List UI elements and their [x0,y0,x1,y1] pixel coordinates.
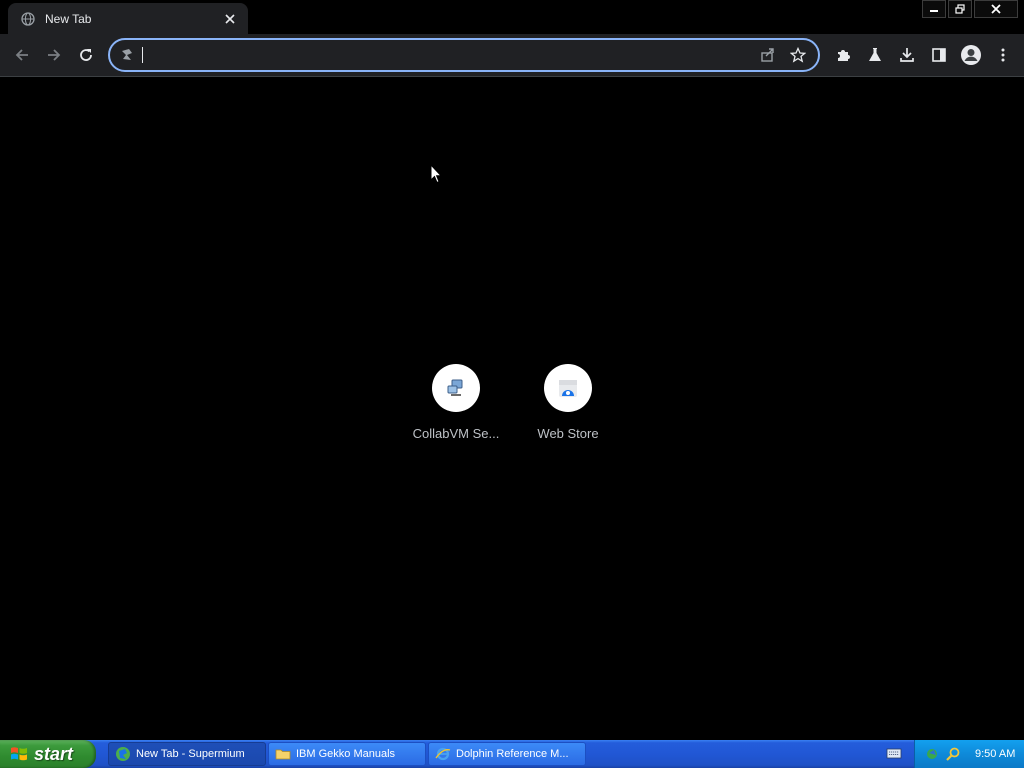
bookmark-star-icon[interactable] [790,47,806,63]
windows-logo-icon [10,745,28,763]
tab-title: New Tab [45,11,92,26]
start-label: start [34,743,74,764]
tab-new-tab[interactable]: New Tab [8,3,248,34]
taskbar-item-supermium[interactable]: New Tab - Supermium [108,742,266,766]
taskbar-item-label: Dolphin Reference M... [456,748,569,760]
folder-icon [275,746,291,762]
browser-toolbar [0,34,1024,77]
network-icon[interactable] [925,746,941,762]
start-button[interactable]: start [0,740,96,768]
taskbar-item-dolphin-reference[interactable]: Dolphin Reference M... [428,742,586,766]
shortcut-label: Web Store [537,426,599,441]
globe-icon [20,11,36,27]
mouse-cursor-icon [430,163,443,189]
address-input[interactable] [144,43,760,67]
keyboard-layout-icon[interactable] [886,746,902,765]
supermium-icon [115,746,131,762]
text-caret [142,47,143,63]
extensions-icon[interactable] [828,40,858,70]
toolbar-actions [828,40,1018,70]
tab-close-icon[interactable] [222,11,238,27]
system-tray: 9:50 AM [914,740,1024,768]
download-icon[interactable] [892,40,922,70]
restore-icon[interactable] [948,0,972,18]
menu-icon[interactable] [988,40,1018,70]
supermium-omnibox-icon [120,48,134,62]
taskbar-item-ibm-gekko[interactable]: IBM Gekko Manuals [268,742,426,766]
address-bar[interactable] [108,38,820,72]
new-tab-page: CollabVM Se... Web Store [0,78,1024,740]
share-icon[interactable] [760,47,776,63]
taskbar: start New Tab - Supermium IBM Gekko Manu… [0,740,1024,768]
close-icon[interactable] [974,0,1018,18]
web-store-icon [544,364,592,412]
forward-icon[interactable] [39,40,69,70]
taskbar-item-label: IBM Gekko Manuals [296,748,396,760]
reload-icon[interactable] [71,40,101,70]
title-bar: New Tab [0,0,1024,34]
shortcut-tiles: CollabVM Se... Web Store [0,364,1024,441]
minimize-icon[interactable] [922,0,946,18]
shortcut-collabvm[interactable]: CollabVM Se... [404,364,508,441]
collabvm-icon [432,364,480,412]
taskbar-item-label: New Tab - Supermium [136,748,245,760]
profile-icon[interactable] [956,40,986,70]
window-controls [922,0,1018,18]
ie-icon [435,746,451,762]
labs-icon[interactable] [860,40,890,70]
side-panel-icon[interactable] [924,40,954,70]
search-icon[interactable] [945,746,961,762]
shortcut-web-store[interactable]: Web Store [516,364,620,441]
clock: 9:50 AM [975,748,1016,760]
shortcut-label: CollabVM Se... [412,426,500,441]
back-icon[interactable] [7,40,37,70]
